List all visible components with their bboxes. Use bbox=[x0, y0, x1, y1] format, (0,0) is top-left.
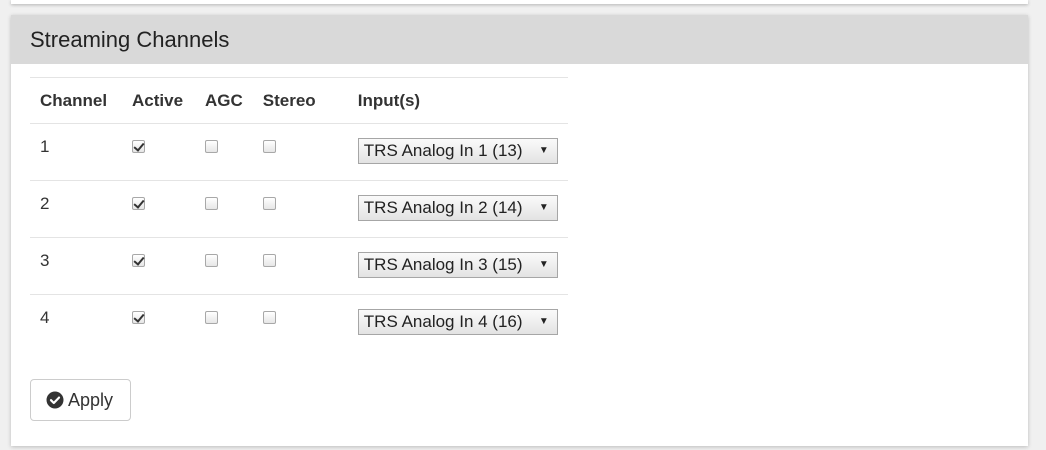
header-channel: Channel bbox=[30, 77, 122, 124]
streaming-channels-panel: Streaming Channels Channel Active AGC St… bbox=[11, 15, 1028, 446]
table-header-row: Channel Active AGC Stereo Input(s) bbox=[30, 77, 568, 124]
agc-checkbox[interactable] bbox=[205, 140, 218, 153]
header-stereo: Stereo bbox=[252, 77, 348, 124]
channel-number: 3 bbox=[40, 251, 50, 270]
dropdown-arrow-icon: ▼ bbox=[538, 259, 549, 270]
active-checkbox[interactable] bbox=[132, 311, 145, 324]
active-checkbox[interactable] bbox=[132, 140, 145, 153]
channel-number: 4 bbox=[40, 308, 50, 327]
input-select-value: TRS Analog In 4 (16) bbox=[363, 312, 523, 331]
active-checkbox[interactable] bbox=[132, 197, 145, 210]
stereo-checkbox[interactable] bbox=[262, 311, 276, 324]
stereo-checkbox[interactable] bbox=[262, 197, 276, 210]
input-select[interactable]: TRS Analog In 3 (15) ▼ bbox=[357, 252, 558, 278]
channel-number: 1 bbox=[40, 137, 50, 156]
input-select-value: TRS Analog In 1 (13) bbox=[363, 141, 523, 160]
input-select[interactable]: TRS Analog In 4 (16) ▼ bbox=[357, 309, 558, 335]
dropdown-arrow-icon: ▼ bbox=[538, 316, 549, 327]
header-inputs: Input(s) bbox=[347, 77, 568, 124]
input-select-value: TRS Analog In 3 (15) bbox=[363, 255, 523, 274]
stereo-checkbox[interactable] bbox=[262, 140, 276, 153]
apply-label: Apply bbox=[68, 389, 114, 410]
table-row: 1 TRS Analog In 1 (13) ▼ bbox=[30, 123, 568, 181]
table-row: 3 TRS Analog In 3 (15) ▼ bbox=[30, 237, 568, 295]
agc-checkbox[interactable] bbox=[205, 254, 218, 267]
agc-checkbox[interactable] bbox=[205, 197, 218, 210]
input-select-value: TRS Analog In 2 (14) bbox=[363, 198, 523, 217]
header-active: Active bbox=[122, 77, 195, 124]
active-checkbox[interactable] bbox=[132, 254, 145, 267]
dropdown-arrow-icon: ▼ bbox=[538, 145, 549, 156]
dropdown-arrow-icon: ▼ bbox=[538, 202, 549, 213]
agc-checkbox[interactable] bbox=[205, 311, 218, 324]
panel-header: Streaming Channels bbox=[11, 15, 1028, 64]
channel-number: 2 bbox=[40, 194, 50, 213]
check-circle-icon bbox=[46, 391, 64, 409]
apply-button[interactable]: Apply bbox=[30, 379, 131, 421]
input-select[interactable]: TRS Analog In 1 (13) ▼ bbox=[357, 138, 558, 164]
panel-title: Streaming Channels bbox=[30, 26, 230, 52]
header-agc: AGC bbox=[195, 77, 253, 124]
input-select[interactable]: TRS Analog In 2 (14) ▼ bbox=[357, 195, 558, 221]
table-row: 2 TRS Analog In 2 (14) ▼ bbox=[30, 180, 568, 238]
channels-table: Channel Active AGC Stereo Input(s) 1 TRS… bbox=[30, 77, 568, 352]
previous-panel-edge bbox=[11, 0, 1028, 4]
stereo-checkbox[interactable] bbox=[262, 254, 276, 267]
table-row: 4 TRS Analog In 4 (16) ▼ bbox=[30, 294, 568, 352]
